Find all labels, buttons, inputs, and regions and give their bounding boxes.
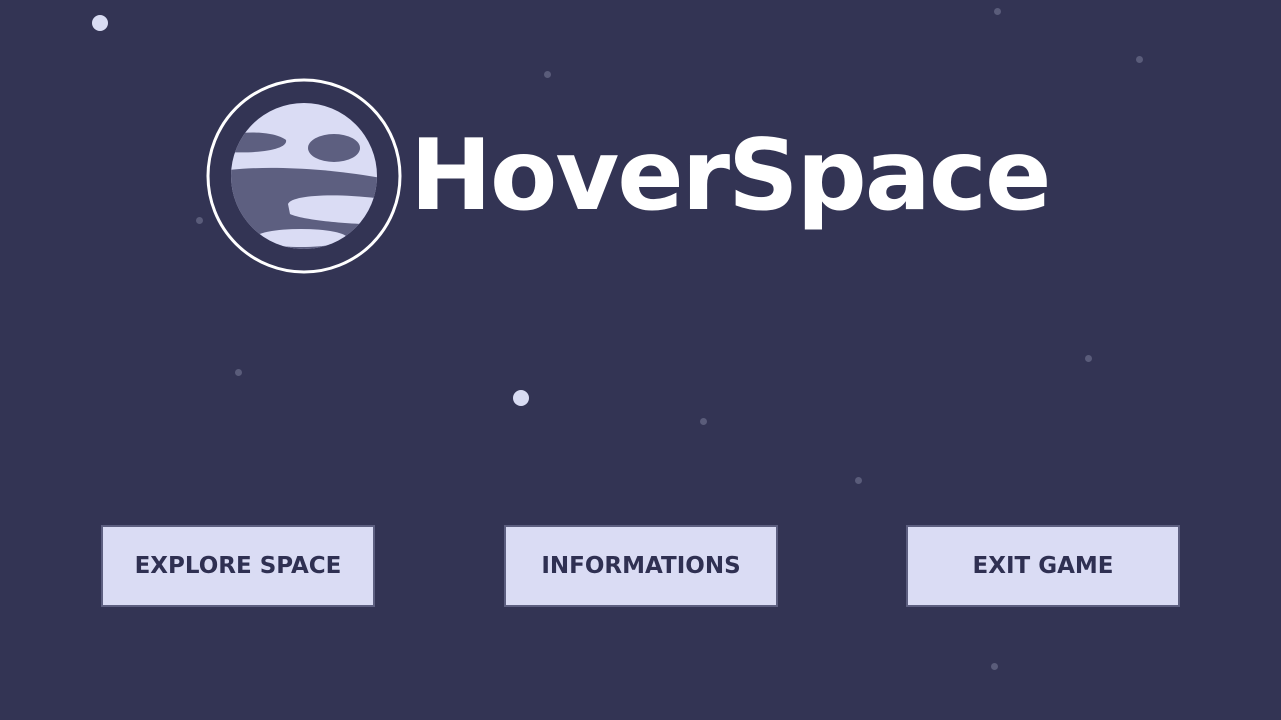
star-icon — [855, 477, 862, 484]
planet-icon — [206, 78, 402, 274]
star-icon — [1136, 56, 1143, 63]
informations-button[interactable]: INFORMATIONS — [504, 525, 778, 607]
star-icon — [994, 8, 1001, 15]
exit-game-button[interactable]: EXIT GAME — [906, 525, 1180, 607]
star-icon — [196, 217, 203, 224]
star-icon — [544, 71, 551, 78]
game-title: HoverSpace — [410, 119, 1051, 233]
star-icon — [700, 418, 707, 425]
star-icon — [92, 15, 108, 31]
main-menu-screen: HoverSpace EXPLORE SPACE INFORMATIONS EX… — [0, 0, 1281, 720]
star-icon — [235, 369, 242, 376]
star-icon — [991, 663, 998, 670]
star-icon — [1085, 355, 1092, 362]
star-icon — [513, 390, 529, 406]
explore-space-button[interactable]: EXPLORE SPACE — [101, 525, 375, 607]
